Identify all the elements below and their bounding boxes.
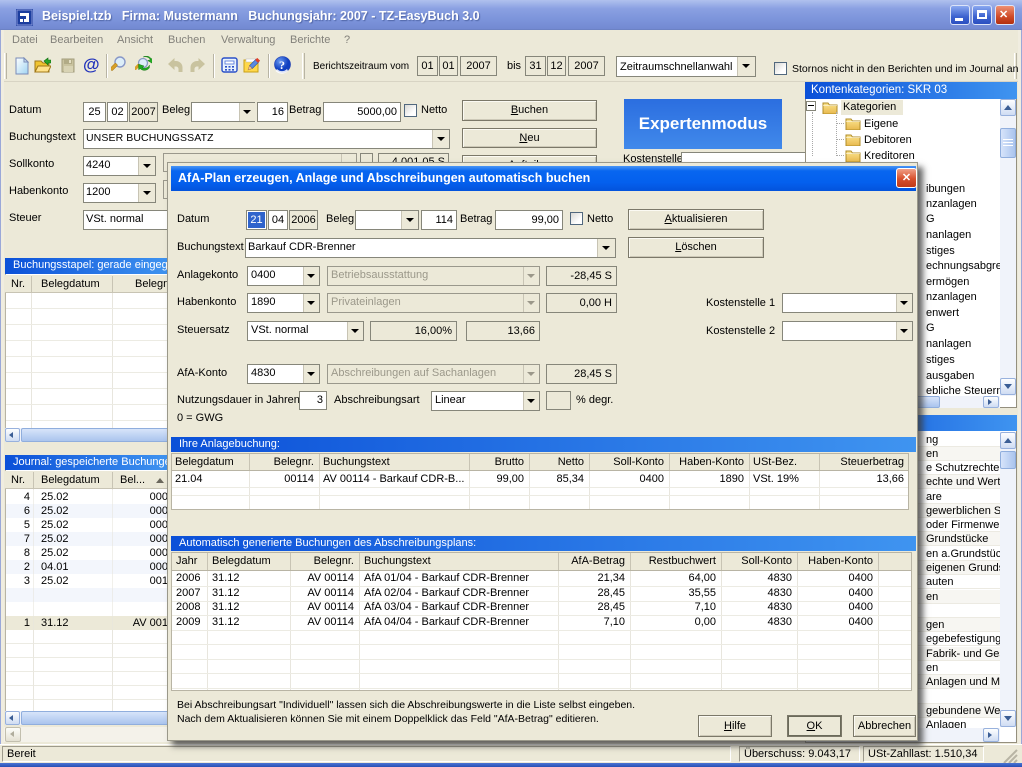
svg-text:@: @ xyxy=(83,56,100,74)
svg-text:?: ? xyxy=(279,58,285,72)
